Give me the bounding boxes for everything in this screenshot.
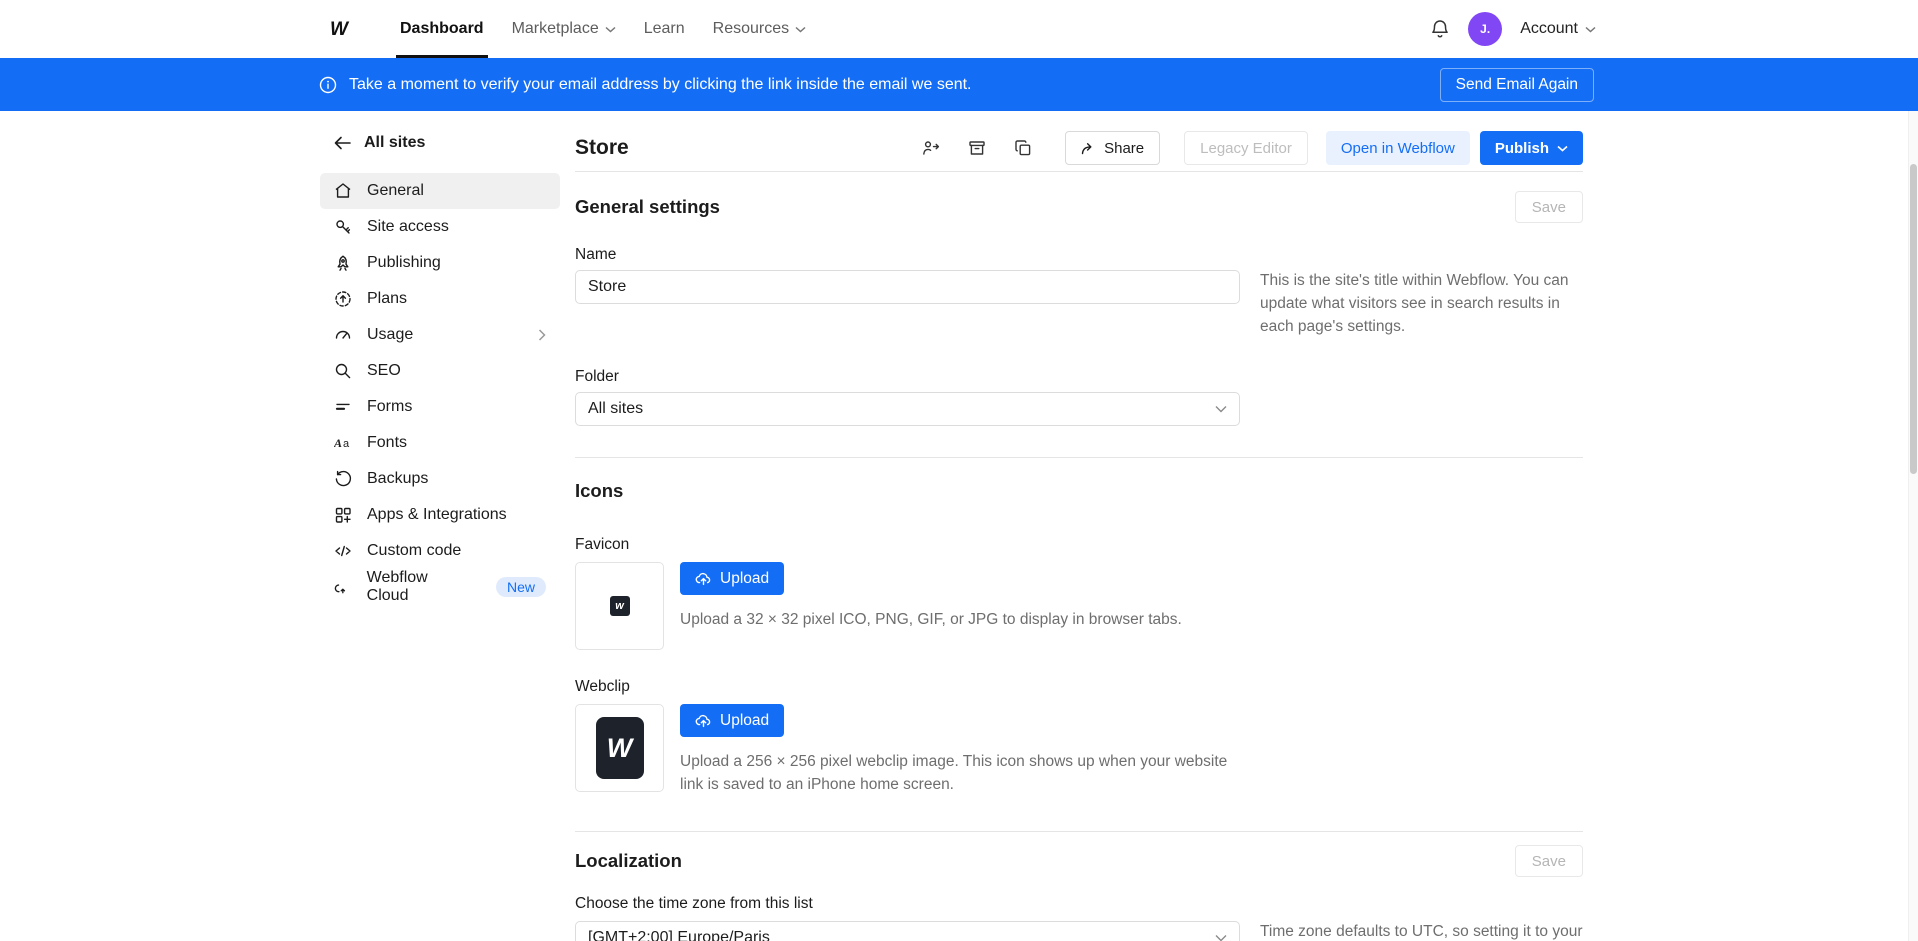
- duplicate-icon[interactable]: [1007, 132, 1039, 164]
- transfer-site-icon[interactable]: [915, 132, 947, 164]
- arrow-left-icon: [334, 136, 351, 150]
- scrollbar-thumb[interactable]: [1910, 164, 1917, 474]
- chevron-down-icon: [1557, 145, 1568, 152]
- gauge-icon: [334, 326, 352, 344]
- webclip-label: Webclip: [575, 678, 1583, 696]
- sidebar-item-site-access[interactable]: Site access: [320, 209, 560, 245]
- sidebar-item-webflow-cloud[interactable]: Webflow Cloud New: [320, 569, 560, 605]
- send-email-again-button[interactable]: Send Email Again: [1440, 68, 1594, 102]
- svg-text:A: A: [334, 436, 342, 450]
- home-icon: [334, 182, 352, 200]
- general-save-button[interactable]: Save: [1515, 191, 1583, 223]
- folder-select[interactable]: All sites: [575, 392, 1240, 426]
- name-label: Name: [575, 246, 1583, 264]
- sidebar-item-forms[interactable]: Forms: [320, 389, 560, 425]
- sidebar-item-seo[interactable]: SEO: [320, 353, 560, 389]
- upload-icon: [695, 713, 712, 728]
- form-lines-icon: [334, 398, 352, 416]
- search-icon: [334, 362, 352, 380]
- favicon-preview: w: [575, 562, 664, 650]
- divider: [575, 171, 1583, 172]
- sidebar-item-plans[interactable]: Plans: [320, 281, 560, 317]
- chevron-down-icon: [1585, 26, 1596, 33]
- chevron-down-icon: [1215, 405, 1227, 413]
- chevron-right-icon: [538, 329, 546, 341]
- timezone-label: Choose the time zone from this list: [575, 895, 1583, 913]
- sidebar-item-fonts[interactable]: Aa Fonts: [320, 425, 560, 461]
- favicon-label: Favicon: [575, 536, 1583, 554]
- nav-dashboard[interactable]: Dashboard: [386, 0, 498, 58]
- sidebar-item-backups[interactable]: Backups: [320, 461, 560, 497]
- sidebar-item-apps-integrations[interactable]: Apps & Integrations: [320, 497, 560, 533]
- settings-sidebar: All sites General Site access Publishing…: [320, 125, 560, 605]
- avatar[interactable]: J.: [1468, 12, 1502, 46]
- timezone-select[interactable]: [GMT+2:00] Europe/Paris: [575, 921, 1240, 941]
- nav-marketplace[interactable]: Marketplace: [498, 0, 630, 58]
- sidebar-item-publishing[interactable]: Publishing: [320, 245, 560, 281]
- folder-label: Folder: [575, 368, 1583, 386]
- sidebar-item-usage[interactable]: Usage: [320, 317, 560, 353]
- cloud-icon: [334, 578, 352, 596]
- share-button[interactable]: Share: [1065, 131, 1160, 165]
- email-verification-banner: Take a moment to verify your email addre…: [0, 58, 1918, 111]
- chevron-down-icon: [1215, 934, 1227, 941]
- legacy-editor-button[interactable]: Legacy Editor: [1184, 131, 1308, 165]
- webclip-preview: W: [575, 704, 664, 792]
- banner-message: Take a moment to verify your email addre…: [349, 76, 972, 94]
- site-name-input[interactable]: [575, 270, 1240, 304]
- share-arrow-icon: [1081, 142, 1096, 155]
- back-to-all-sites[interactable]: All sites: [320, 125, 560, 161]
- icons-heading: Icons: [575, 480, 623, 502]
- timezone-help-text: Time zone defaults to UTC, so setting it…: [1260, 921, 1583, 941]
- rocket-icon: [334, 254, 352, 272]
- publish-button[interactable]: Publish: [1480, 131, 1583, 165]
- webclip-image: W: [596, 717, 644, 779]
- general-settings-heading: General settings: [575, 196, 720, 218]
- favicon-upload-button[interactable]: Upload: [680, 562, 784, 595]
- webclip-help-text: Upload a 256 × 256 pixel webclip image. …: [680, 751, 1250, 796]
- bell-icon[interactable]: [1430, 19, 1450, 40]
- apps-grid-icon: [334, 506, 352, 524]
- divider: [575, 831, 1583, 832]
- divider: [575, 457, 1583, 458]
- webclip-upload-button[interactable]: Upload: [680, 704, 784, 737]
- account-menu[interactable]: Account: [1520, 20, 1596, 38]
- sidebar-item-general[interactable]: General: [320, 173, 560, 209]
- webflow-logo[interactable]: W: [330, 19, 360, 39]
- main-content: Store Share Legacy Editor Open in Webflo…: [575, 111, 1583, 941]
- svg-text:W: W: [330, 19, 350, 39]
- favicon-help-text: Upload a 32 × 32 pixel ICO, PNG, GIF, or…: [680, 609, 1182, 631]
- page-scrollbar: [1908, 111, 1918, 941]
- favicon-image: w: [610, 596, 630, 616]
- open-in-webflow-button[interactable]: Open in Webflow: [1326, 131, 1470, 165]
- fonts-icon: Aa: [334, 434, 352, 452]
- nav-resources[interactable]: Resources: [699, 0, 820, 58]
- key-icon: [334, 218, 352, 236]
- code-icon: [334, 542, 352, 560]
- archive-icon[interactable]: [961, 132, 993, 164]
- upload-icon: [695, 571, 712, 586]
- chevron-down-icon: [795, 26, 806, 33]
- arrow-up-circle-icon: [334, 290, 352, 308]
- sidebar-item-custom-code[interactable]: Custom code: [320, 533, 560, 569]
- svg-text:a: a: [343, 438, 350, 450]
- localization-save-button[interactable]: Save: [1515, 845, 1583, 877]
- nav-learn[interactable]: Learn: [630, 0, 699, 58]
- info-icon: [319, 76, 337, 94]
- page-title: Store: [575, 136, 629, 160]
- new-badge: New: [496, 577, 546, 597]
- top-navigation: W Dashboard Marketplace Learn Resources …: [0, 0, 1918, 58]
- chevron-down-icon: [605, 26, 616, 33]
- restore-icon: [334, 470, 352, 488]
- name-help-text: This is the site's title within Webflow.…: [1260, 270, 1583, 338]
- localization-heading: Localization: [575, 850, 682, 872]
